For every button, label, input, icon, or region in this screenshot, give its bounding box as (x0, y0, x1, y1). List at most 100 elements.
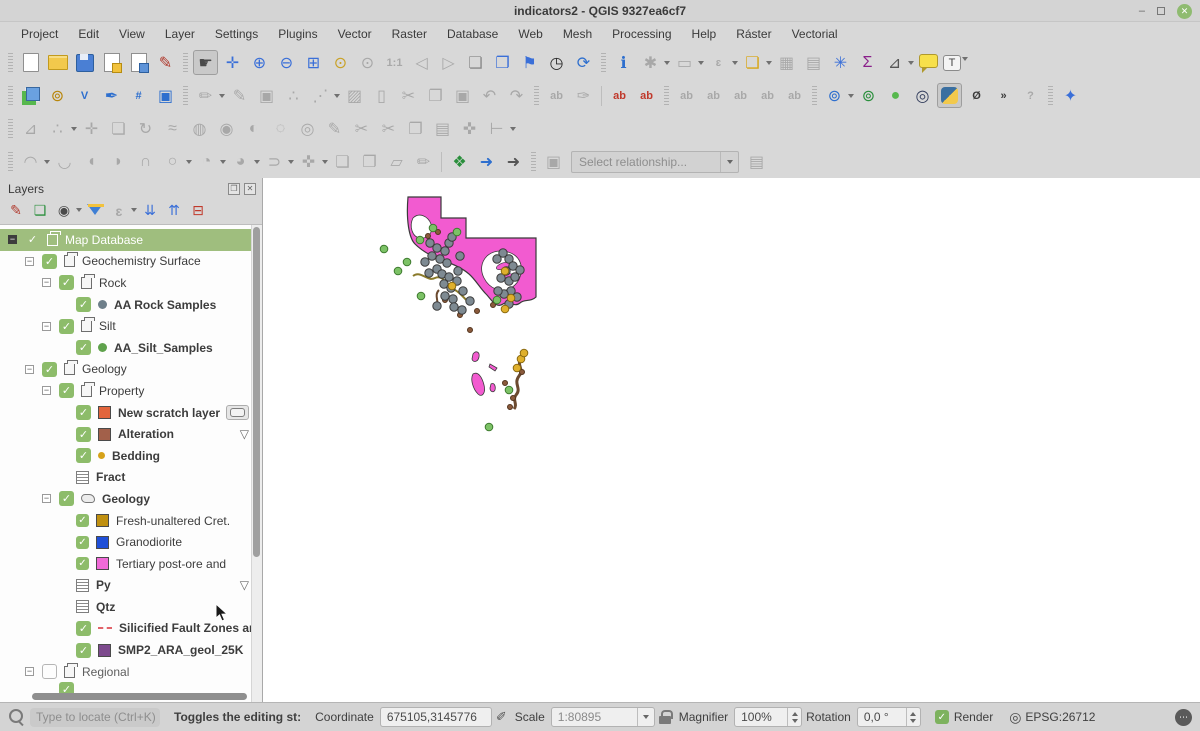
chevron-down-icon[interactable] (664, 61, 670, 65)
merge-feature-attributes[interactable]: ▤ (430, 116, 455, 141)
georeference-tool[interactable]: ❐ (357, 149, 382, 174)
layer-checkbox[interactable]: ✓ (76, 557, 89, 570)
shape-tool[interactable]: ▱ (384, 149, 409, 174)
new-print-layout[interactable] (99, 50, 124, 75)
render-checkbox[interactable]: ✓ (935, 710, 949, 724)
topology-checker[interactable]: ✦ (1058, 83, 1083, 108)
zoom-native-resolution[interactable]: 1:1 (382, 50, 407, 75)
ellipse-extent[interactable]: ◔ (194, 149, 226, 174)
toolbar-grip[interactable] (183, 86, 188, 106)
layer-row-regional[interactable]: −Regional (0, 661, 262, 683)
relationship-combo[interactable]: Select relationship... (571, 151, 739, 173)
metasearch[interactable]: ⊚ (822, 83, 854, 108)
highlight-pinned-labels[interactable]: ab (674, 83, 699, 108)
chevron-down-icon[interactable] (637, 708, 654, 726)
db-manager-window[interactable]: ❖ (447, 149, 472, 174)
refresh-map[interactable]: ⟳ (571, 50, 596, 75)
circle-2points[interactable]: ◡ (52, 149, 77, 174)
advanced-digitizing[interactable]: ⋰ (308, 83, 340, 108)
construction-tools[interactable]: ∴ (45, 116, 77, 141)
reshape-features[interactable]: ✎ (322, 116, 347, 141)
horizontal-scrollbar[interactable] (32, 693, 247, 700)
new-gpx-layer[interactable]: ✒ (99, 83, 124, 108)
paste-features[interactable]: ▣ (450, 83, 475, 108)
menu-project-0[interactable]: Project (12, 25, 67, 43)
chevron-down-icon[interactable] (288, 160, 294, 164)
identify-features[interactable]: ℹ (611, 50, 636, 75)
fill-ring[interactable]: ◐ (241, 116, 266, 141)
show-hide-labels[interactable]: ab (701, 83, 726, 108)
statistical-summary[interactable]: ▤ (801, 50, 826, 75)
rectangle-center[interactable]: ◕ (228, 149, 260, 174)
layer-row-silicified-fault-zones-an[interactable]: ✓Silicified Fault Zones an (0, 618, 262, 640)
toolbar-grip[interactable] (8, 152, 13, 172)
layer-row-partial[interactable]: ✓ (0, 682, 262, 693)
expander-icon[interactable]: − (25, 667, 34, 676)
menu-help-12[interactable]: Help (683, 25, 726, 43)
chevron-down-icon[interactable] (131, 208, 137, 212)
close-button[interactable]: ✕ (1177, 4, 1192, 19)
open-project[interactable] (45, 50, 70, 75)
chevron-down-icon[interactable] (71, 127, 77, 131)
menu-mesh-10[interactable]: Mesh (554, 25, 601, 43)
expander-icon[interactable]: − (8, 235, 17, 244)
layer-diagram-options[interactable]: ab (634, 83, 659, 108)
data-source-manager[interactable] (18, 83, 43, 108)
chevron-down-icon[interactable] (334, 94, 340, 98)
layer-checkbox[interactable]: ✓ (76, 514, 89, 527)
extents-toggle-icon[interactable]: ✐ (496, 709, 507, 725)
layer-checkbox[interactable]: ✓ (59, 682, 74, 693)
menu-edit-1[interactable]: Edit (69, 25, 108, 43)
open-layer-styling[interactable]: ✎ (5, 200, 27, 222)
menu-database-8[interactable]: Database (438, 25, 507, 43)
menu-settings-4[interactable]: Settings (206, 25, 267, 43)
show-layout-manager[interactable] (126, 50, 151, 75)
vertical-scrollbar[interactable] (253, 227, 260, 557)
crs-value[interactable]: EPSG:26712 (1025, 710, 1095, 724)
circle-3tangents[interactable]: ◗ (106, 149, 131, 174)
web-service-search[interactable]: ⊚ (856, 83, 881, 108)
filter-by-expression[interactable]: ɛ (108, 200, 137, 222)
expander-icon[interactable]: − (25, 257, 34, 266)
toolbar-grip[interactable] (1048, 86, 1053, 106)
export-layer-from-database[interactable]: ➜ (501, 149, 526, 174)
layer-row-geology[interactable]: −✓Geology (0, 359, 262, 381)
circle-2tangents-point[interactable]: ∩ (133, 149, 158, 174)
layer-row-geology[interactable]: −✓Geology (0, 488, 262, 510)
python-console[interactable] (937, 83, 962, 108)
delete-part[interactable]: ◎ (295, 116, 320, 141)
layer-row-py[interactable]: Py▽ (0, 575, 262, 597)
chevron-down-icon[interactable] (766, 61, 772, 65)
zoom-full-extent[interactable]: ⊞ (301, 50, 326, 75)
chevron-down-icon[interactable] (962, 57, 968, 61)
menu-raster-7[interactable]: Raster (383, 25, 436, 43)
remove-layer[interactable]: ⊟ (187, 200, 209, 222)
chevron-down-icon[interactable] (732, 61, 738, 65)
add-ring[interactable]: ◍ (187, 116, 212, 141)
layer-row-aa-silt-samples[interactable]: ✓AA_Silt_Samples (0, 337, 262, 359)
layer-row-aa-rock-samples[interactable]: ✓AA Rock Samples (0, 294, 262, 316)
deselect-features[interactable]: ɛ (706, 50, 738, 75)
toolbar-grip[interactable] (812, 86, 817, 106)
new-shapefile-layer[interactable]: V (72, 83, 97, 108)
merge-features[interactable]: ❐ (403, 116, 428, 141)
select-features[interactable]: ▭ (672, 50, 704, 75)
menu-plugins-5[interactable]: Plugins (269, 25, 326, 43)
toggle-editing[interactable]: ✎ (227, 83, 252, 108)
split-parts[interactable]: ✂ (376, 116, 401, 141)
new-virtual-layer[interactable]: ▣ (153, 83, 178, 108)
layer-checkbox[interactable]: ✓ (76, 405, 91, 420)
spinner-arrows-icon[interactable] (787, 708, 801, 726)
expander-icon[interactable]: − (42, 494, 51, 503)
minimize-button[interactable]: – (1139, 6, 1145, 17)
undo[interactable]: ↶ (477, 83, 502, 108)
layer-checkbox[interactable]: ✓ (76, 340, 91, 355)
panel-close-icon[interactable]: ✕ (244, 183, 256, 195)
chevron-down-icon[interactable] (322, 160, 328, 164)
zoom-to-selection[interactable]: ⊙ (328, 50, 353, 75)
toolbar-grip[interactable] (8, 53, 13, 73)
map-tips[interactable] (916, 50, 941, 75)
cut-features[interactable]: ✂ (396, 83, 421, 108)
collapse-all[interactable]: ⇈ (163, 200, 185, 222)
new-geopackage-layer[interactable]: ⊚ (45, 83, 70, 108)
